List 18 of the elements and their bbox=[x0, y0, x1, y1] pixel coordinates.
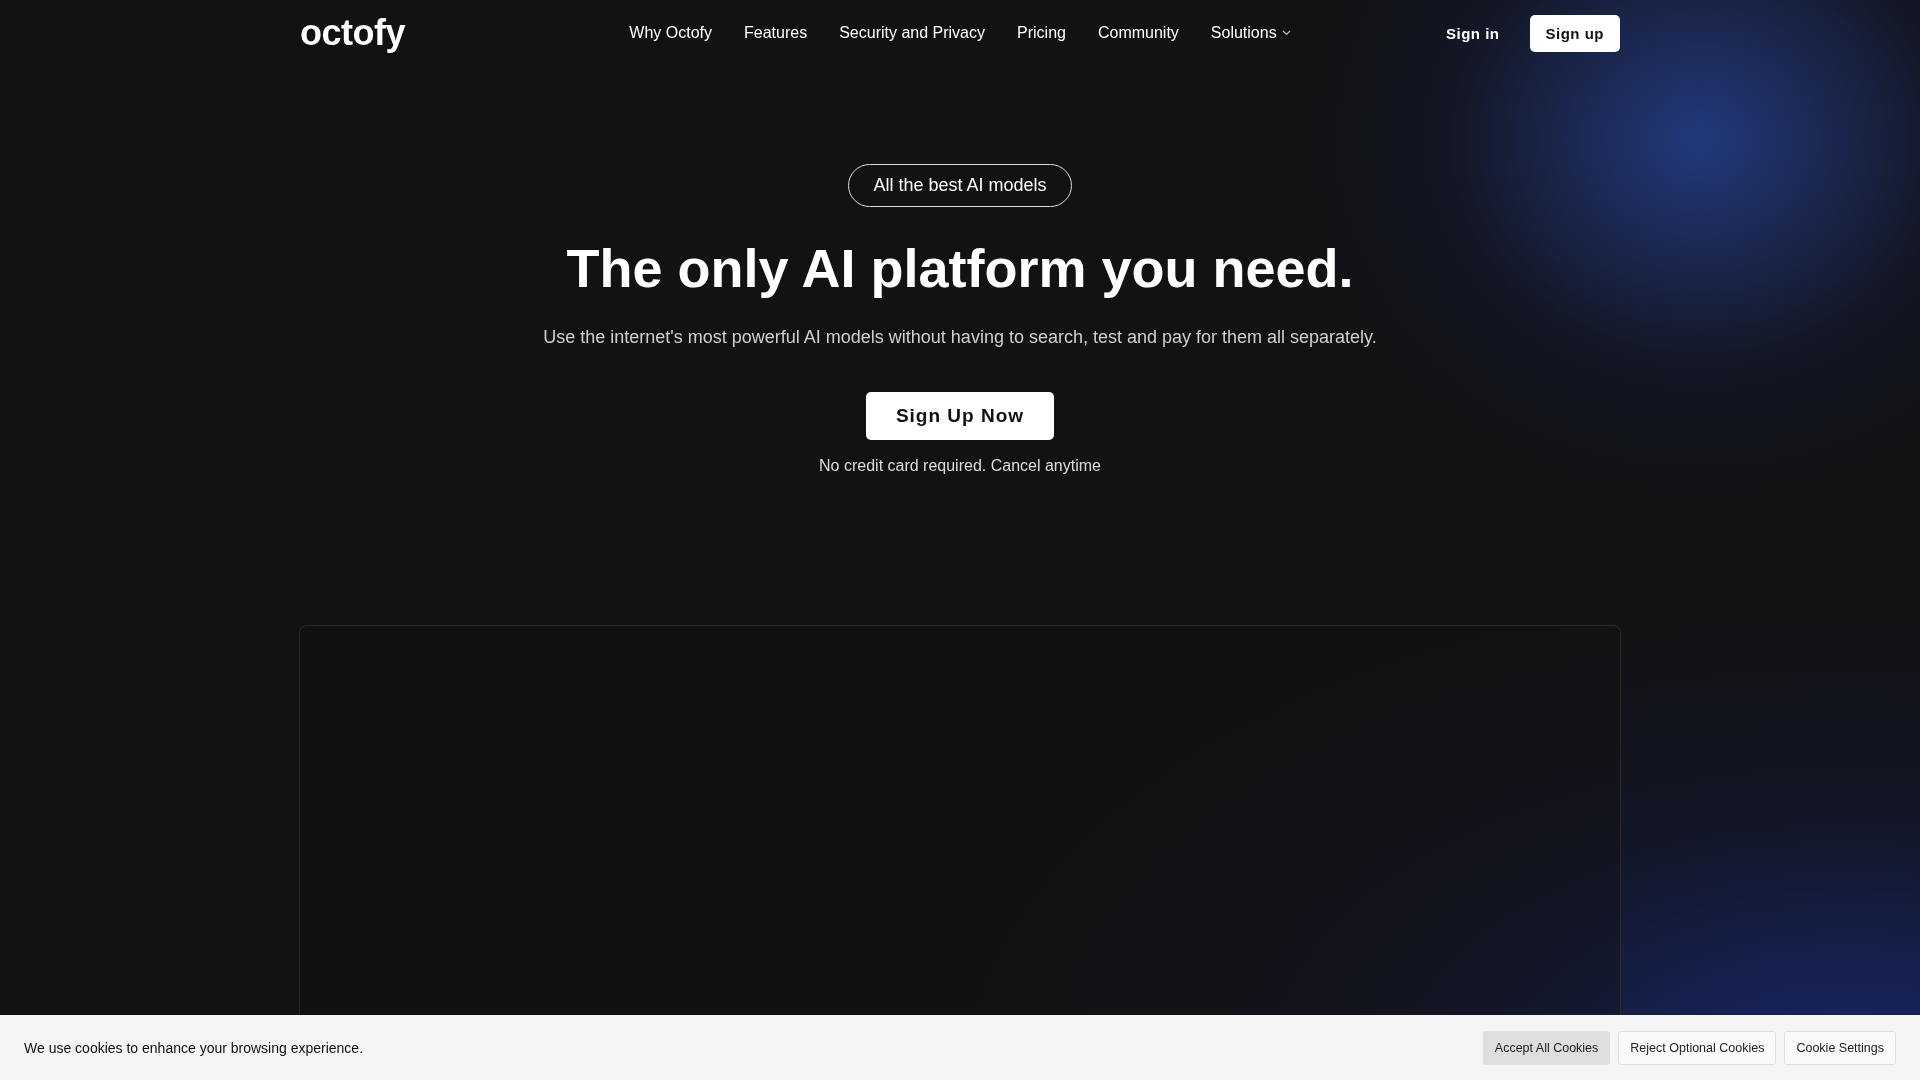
nav-link[interactable]: Pricing bbox=[1017, 24, 1066, 42]
hero-subtitle: Use the internet's most powerful AI models without having to search, test and pay for them all separately. bbox=[543, 327, 1377, 348]
nav-link[interactable]: Security and Privacy bbox=[839, 24, 985, 42]
nav-link[interactable]: Features bbox=[744, 24, 808, 42]
hero-title: The only AI platform you need. bbox=[566, 237, 1354, 299]
cookie-button[interactable]: Cookie Settings bbox=[1784, 1030, 1896, 1065]
nav-link[interactable]: Community bbox=[1097, 24, 1179, 42]
cookie-message: We use cookies to enhance your browsing experience. bbox=[24, 1039, 364, 1056]
chevron-down-icon bbox=[1281, 30, 1291, 36]
logo[interactable]: octofy bbox=[300, 12, 560, 54]
sign-in-link[interactable]: Sign in bbox=[1446, 24, 1500, 42]
nav-link[interactable]: Why Octofy bbox=[629, 24, 713, 42]
cookie-button[interactable]: Accept All Cookies bbox=[1482, 1030, 1611, 1065]
hero-note: No credit card required. Cancel anytime bbox=[819, 457, 1101, 475]
sign-up-button[interactable]: Sign up bbox=[1529, 14, 1620, 52]
cookie-button[interactable]: Reject Optional Cookies bbox=[1618, 1030, 1777, 1065]
nav-link[interactable]: Solutions bbox=[1210, 24, 1291, 42]
sign-up-now-button[interactable]: Sign Up Now bbox=[865, 392, 1055, 440]
